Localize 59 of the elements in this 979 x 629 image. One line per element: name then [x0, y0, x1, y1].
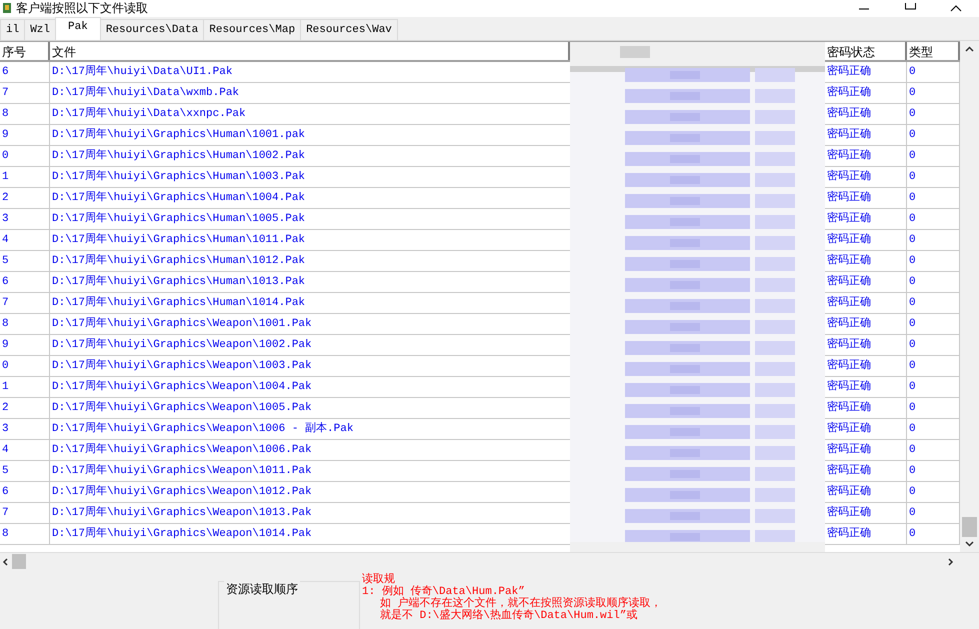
window-title: 客户端按照以下文件读取 — [16, 1, 148, 16]
scroll-thumb[interactable] — [962, 517, 977, 537]
group-title: 资源读取顺序 — [224, 581, 300, 598]
table-cell-text: D:\17周年\huiyi\Graphics\Human\1014.Pak — [51, 295, 306, 311]
column-header[interactable]: 序号 — [0, 42, 50, 60]
table-cell-text: D:\17周年\huiyi\Graphics\Weapon\1004.Pak — [51, 379, 313, 395]
table-cell: 0 — [0, 146, 50, 166]
app-icon — [2, 3, 12, 13]
table-cell-text: D:\17周年\huiyi\Graphics\Weapon\1006 - 副本.Pak — [51, 421, 354, 437]
table-cell: 3 — [0, 419, 50, 439]
table-cell-text: D:\17周年\huiyi\Graphics\Weapon\1014.Pak — [51, 526, 313, 542]
rule-text: 读取规 — [362, 574, 395, 586]
table-cell: 9 — [0, 125, 50, 145]
table-cell-text: D:\17周年\huiyi\Graphics\Human\1004.Pak — [51, 190, 306, 206]
table-cell: 0 — [0, 356, 50, 376]
table-cell: 2 — [0, 398, 50, 418]
table-cell-text: D:\17周年\huiyi\Graphics\Weapon\1013.Pak — [51, 505, 313, 521]
table-cell-text: D:\17周年\huiyi\Graphics\Weapon\1006.Pak — [51, 442, 313, 458]
table-cell-text: D:\17周年\huiyi\Graphics\Human\1011.Pak — [51, 232, 306, 248]
table-cell-text: D:\17周年\huiyi\Data\UI1.Pak — [51, 64, 234, 80]
table-cell: 6 — [0, 272, 50, 292]
rule-text: 就是不 D:\盛大网络\热血传奇\Data\Hum.wil”或 — [379, 610, 638, 622]
table-cell-text: D:\17周年\huiyi\Data\wxmb.Pak — [51, 85, 240, 101]
table-cell: 5 — [0, 461, 50, 481]
table-cell: 9 — [0, 335, 50, 355]
rule-text: 1: 例如 传奇\Data\Hum.Pak” — [362, 586, 525, 598]
table-cell-text: D:\17周年\huiyi\Graphics\Weapon\1005.Pak — [51, 400, 313, 416]
table-cell: 6 — [0, 62, 50, 82]
table-cell-text: D:\17周年\huiyi\Graphics\Human\1003.Pak — [51, 169, 306, 185]
table-cell: 1 — [0, 377, 50, 397]
table-cell-text: D:\17周年\huiyi\Graphics\Weapon\1001.Pak — [51, 316, 313, 332]
table-cell: 4 — [0, 230, 50, 250]
table-cell: 8 — [0, 314, 50, 334]
table-cell-text: D:\17周年\huiyi\Graphics\Weapon\1012.Pak — [51, 484, 313, 500]
table-cell-text: D:\17周年\huiyi\Data\xxnpc.Pak — [51, 106, 247, 122]
tab[interactable]: il — [0, 19, 26, 40]
table-cell: 3 — [0, 209, 50, 229]
table-cell: 8 — [0, 524, 50, 544]
table-cell-text: D:\17周年\huiyi\Graphics\Human\1005.Pak — [51, 211, 306, 227]
table-cell-text: D:\17周年\huiyi\Graphics\Human\1001.pak — [51, 127, 306, 143]
table-cell-text: D:\17周年\huiyi\Graphics\Human\1002.Pak — [51, 148, 306, 164]
table-cell: 8 — [0, 104, 50, 124]
tab[interactable]: Pak — [55, 17, 101, 40]
table-cell-text: D:\17周年\huiyi\Graphics\Weapon\1002.Pak — [51, 337, 313, 353]
scroll-thumb[interactable] — [12, 554, 26, 569]
table-cell: 6 — [0, 482, 50, 502]
table-cell: 7 — [0, 503, 50, 523]
table-cell-text: D:\17周年\huiyi\Graphics\Weapon\1003.Pak — [51, 358, 313, 374]
rule-text: 如 户端不存在这个文件，就不在按照资源读取顺序读取， — [379, 598, 662, 610]
table-cell-text: D:\17周年\huiyi\Graphics\Weapon\1011.Pak — [51, 463, 313, 479]
table-cell: 5 — [0, 251, 50, 271]
table-cell-text: D:\17周年\huiyi\Graphics\Human\1012.Pak — [51, 253, 306, 269]
table-cell: 4 — [0, 440, 50, 460]
table-cell-text: D:\17周年\huiyi\Graphics\Human\1013.Pak — [51, 274, 306, 290]
table-cell: 7 — [0, 83, 50, 103]
table-cell: 7 — [0, 293, 50, 313]
tab[interactable]: Resources\Wav — [300, 19, 398, 40]
table-cell: 1 — [0, 167, 50, 187]
table-cell: 2 — [0, 188, 50, 208]
